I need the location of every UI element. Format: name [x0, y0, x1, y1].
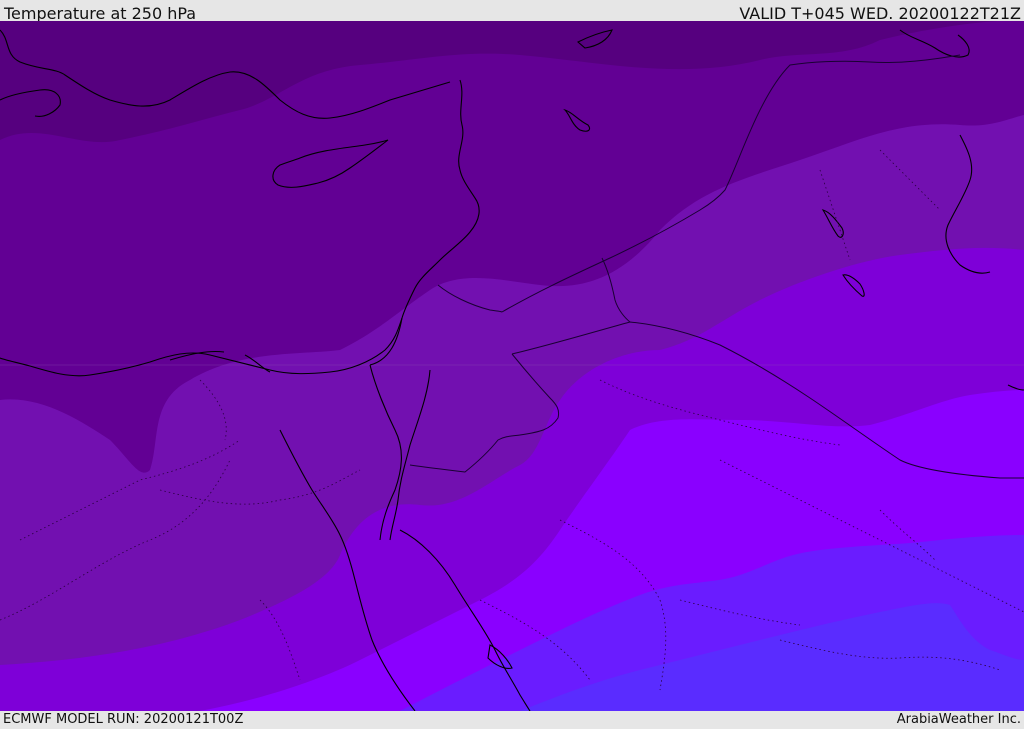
top-bar: Temperature at 250 hPa VALID T+045 WED. …: [0, 0, 1024, 23]
map-panel[interactable]: [0, 21, 1024, 711]
temperature-map: [0, 21, 1024, 711]
credit: ArabiaWeather Inc.: [896, 712, 1021, 727]
bottom-bar: ECMWF MODEL RUN: 20200121T00Z ArabiaWeat…: [0, 711, 1024, 729]
model-run: ECMWF MODEL RUN: 20200121T00Z: [3, 712, 244, 727]
